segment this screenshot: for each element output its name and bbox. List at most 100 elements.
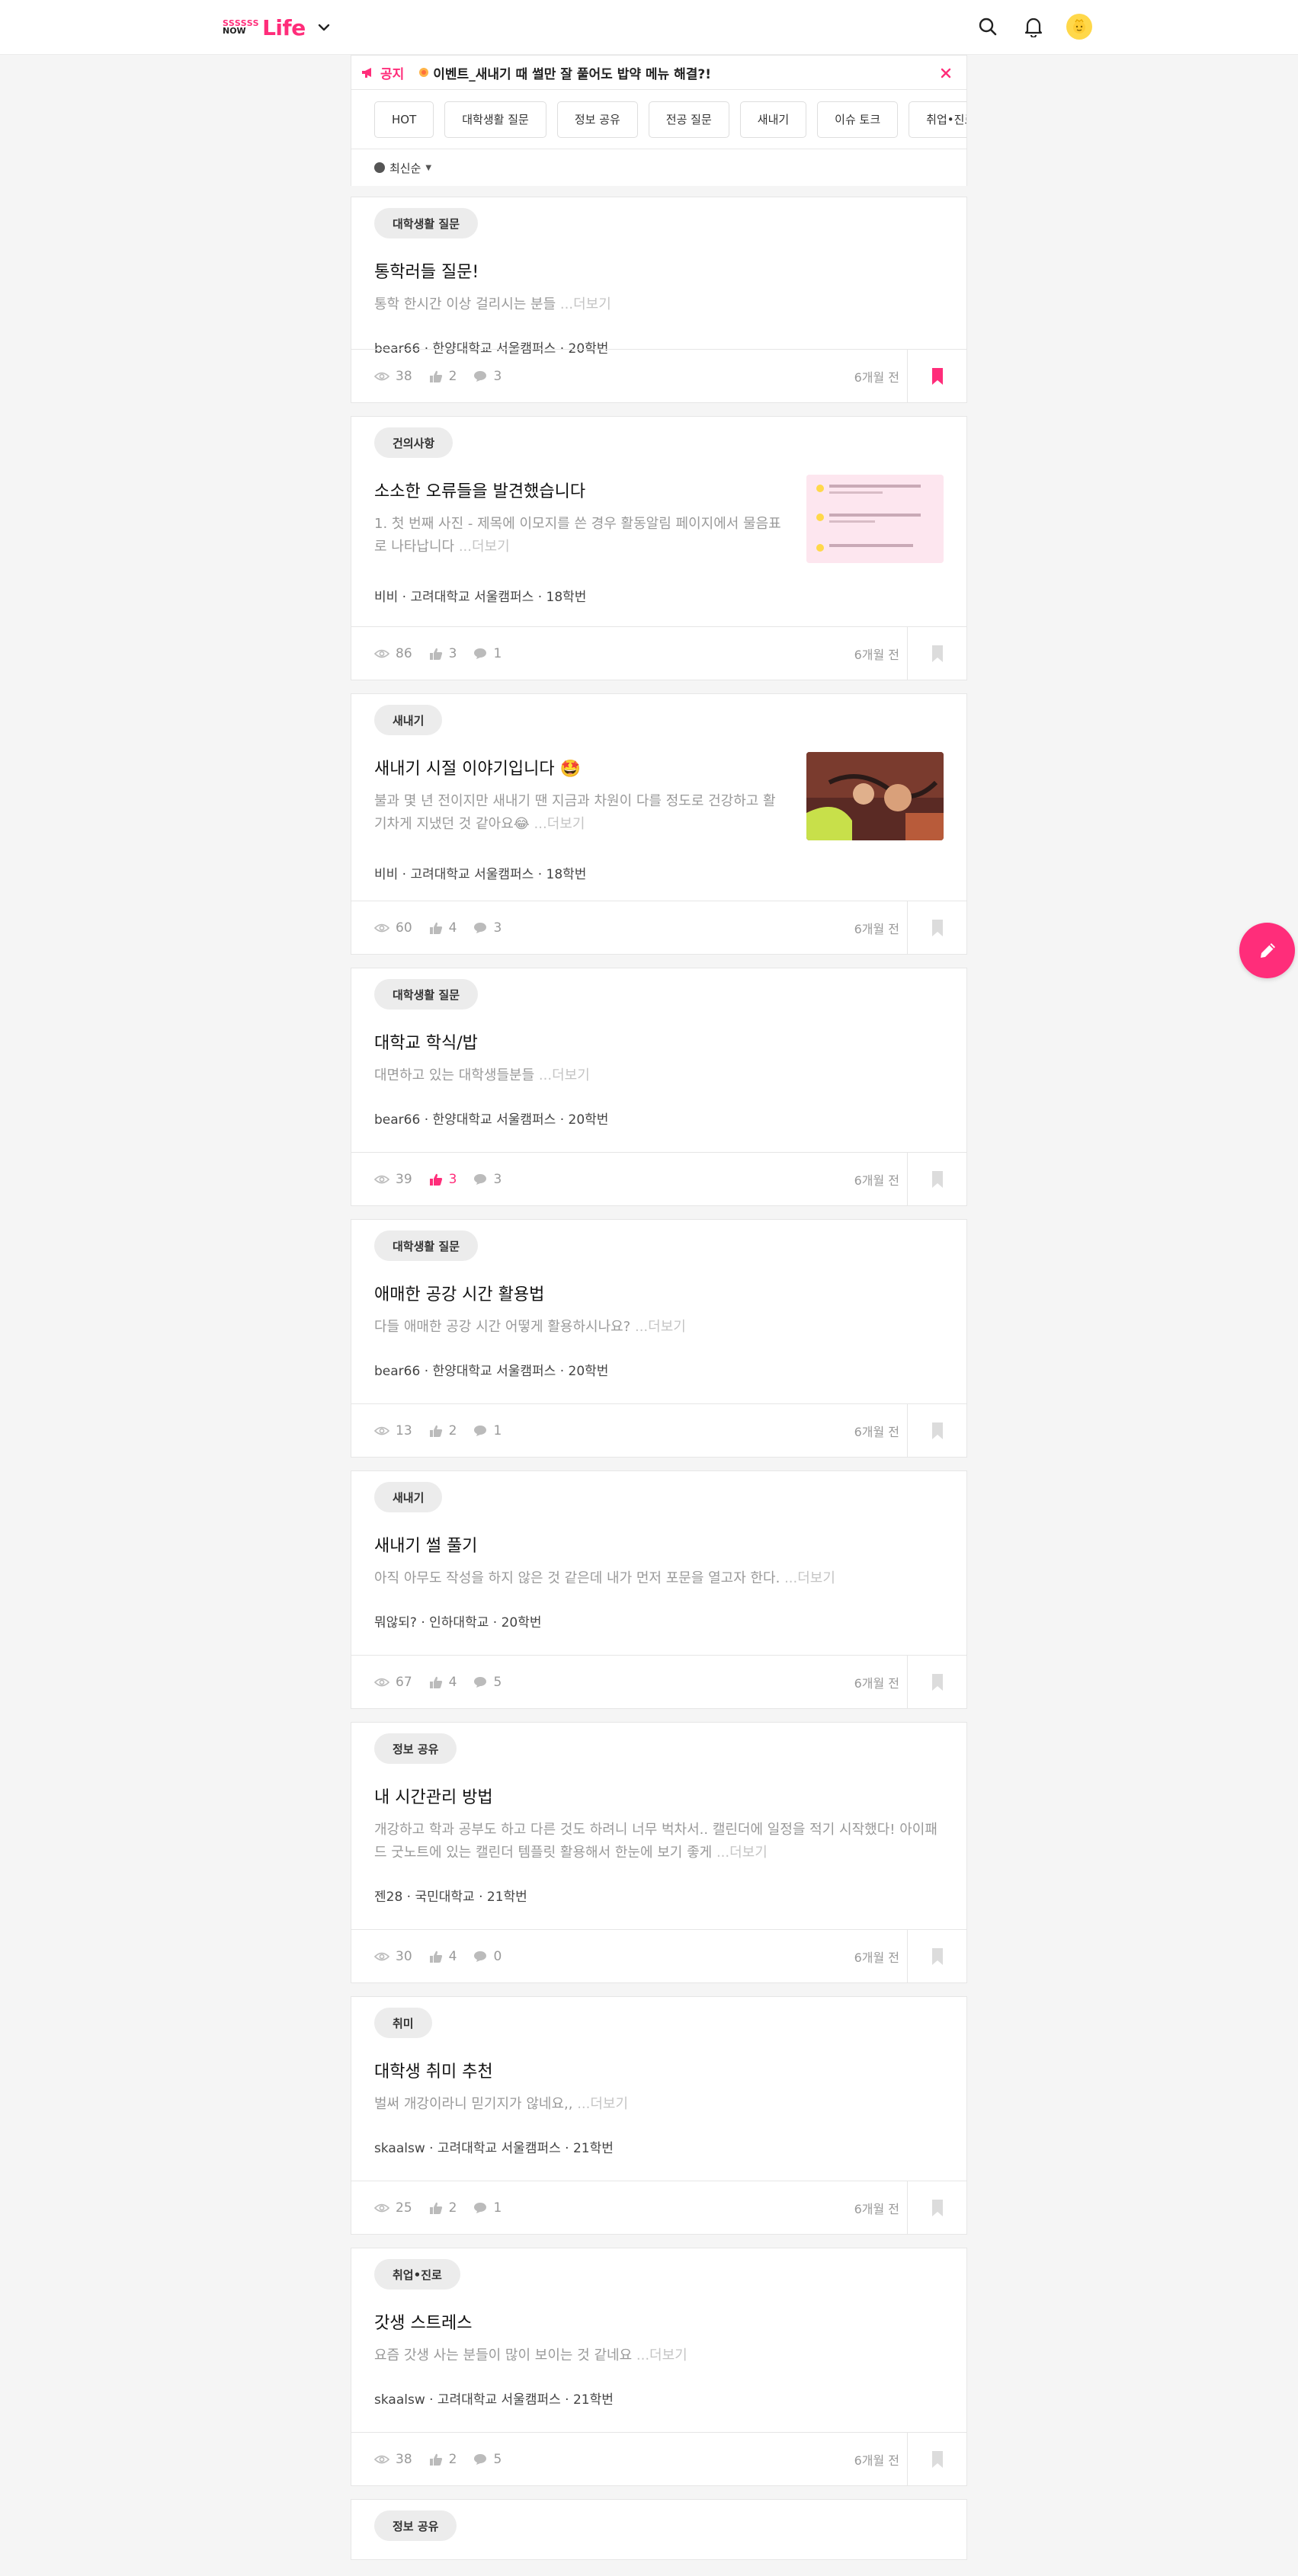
read-more-link[interactable]: ...더보기 bbox=[635, 1319, 686, 1335]
comment-count[interactable]: 3 bbox=[473, 369, 502, 384]
post-title[interactable]: 통학러들 질문! bbox=[374, 258, 479, 283]
post-title[interactable]: 소소한 오류들을 발견했습니다 bbox=[374, 478, 585, 502]
post-title[interactable]: 내 시간관리 방법 bbox=[374, 1784, 493, 1808]
post-author[interactable]: 뭐않되? · 인하대학교 · 20학번 bbox=[374, 1611, 541, 1630]
post-card[interactable]: 취미대학생 취미 추천벌써 개강이라니 믿기지가 않네요,, ...더보기 ska… bbox=[351, 1996, 967, 2235]
post-title[interactable]: 새내기 썰 풀기 bbox=[374, 1532, 477, 1557]
post-card[interactable]: 새내기새내기 시절 이야기입니다 🤩 불과 몇 년 전이지만 새내기 땐 지금과 … bbox=[351, 693, 967, 955]
brand-logo[interactable]: SSSSSS NOW Life bbox=[223, 14, 332, 41]
post-thumbnail[interactable] bbox=[806, 475, 944, 563]
read-more-link[interactable]: ...더보기 bbox=[636, 2347, 687, 2363]
post-card[interactable]: 정보 공유내 시간관리 방법개강하고 학과 공부도 하고 다른 것도 하려니 너… bbox=[351, 1722, 967, 1983]
comment-count[interactable]: 1 bbox=[473, 1423, 502, 1438]
bookmark-button[interactable] bbox=[907, 350, 966, 403]
post-excerpt[interactable]: 1. 첫 번째 사진 - 제목에 이모지를 쓴 경우 활동알림 페이지에서 물음… bbox=[374, 513, 786, 558]
post-category-tag[interactable]: 건의사항 bbox=[374, 427, 453, 458]
post-author[interactable]: 비비 · 고려대학교 서울캠퍼스 · 18학번 bbox=[374, 586, 586, 605]
post-card[interactable]: 취업•진로갓생 스트레스요즘 갓생 사는 분들이 많이 보이는 것 같네요 ..… bbox=[351, 2248, 967, 2486]
bookmark-button[interactable] bbox=[907, 2433, 966, 2486]
comment-count[interactable]: 0 bbox=[473, 1949, 502, 1964]
post-category-tag[interactable]: 정보 공유 bbox=[374, 1733, 457, 1764]
read-more-link[interactable]: ...더보기 bbox=[577, 2096, 628, 2112]
post-title[interactable]: 애매한 공강 시간 활용법 bbox=[374, 1281, 544, 1305]
read-more-link[interactable]: ...더보기 bbox=[539, 1067, 590, 1083]
category-chip-campus-life-question[interactable]: 대학생활 질문 bbox=[444, 101, 546, 138]
read-more-link[interactable]: ...더보기 bbox=[560, 296, 611, 312]
like-button[interactable]: 4 bbox=[429, 1949, 457, 1964]
like-button[interactable]: 3 bbox=[429, 1172, 457, 1187]
avatar[interactable] bbox=[1066, 14, 1092, 40]
category-chip-career[interactable]: 취업•진로 bbox=[909, 101, 966, 138]
post-category-tag[interactable]: 새내기 bbox=[374, 705, 443, 735]
like-button[interactable]: 2 bbox=[429, 2200, 457, 2216]
bookmark-button[interactable] bbox=[907, 1404, 966, 1458]
post-title[interactable]: 대학교 학식/밥 bbox=[374, 1029, 478, 1054]
post-category-tag[interactable]: 새내기 bbox=[374, 1482, 443, 1512]
post-author[interactable]: skaalsw · 고려대학교 서울캠퍼스 · 21학번 bbox=[374, 2389, 614, 2408]
like-button[interactable]: 4 bbox=[429, 920, 457, 936]
post-author[interactable]: bear66 · 한양대학교 서울캠퍼스 · 20학번 bbox=[374, 1109, 608, 1128]
like-button[interactable]: 2 bbox=[429, 369, 457, 384]
bookmark-button[interactable] bbox=[907, 1656, 966, 1709]
post-excerpt[interactable]: 벌써 개강이라니 믿기지가 않네요,, ...더보기 bbox=[374, 2093, 942, 2116]
notice-banner[interactable]: 공지 이벤트_새내기 때 썰만 잘 풀어도 밥약 메뉴 해결?! bbox=[351, 55, 967, 90]
post-title[interactable]: 새내기 시절 이야기입니다 🤩 bbox=[374, 755, 581, 779]
post-excerpt[interactable]: 요즘 갓생 사는 분들이 많이 보이는 것 같네요 ...더보기 bbox=[374, 2344, 942, 2367]
comment-count[interactable]: 3 bbox=[473, 1172, 502, 1187]
read-more-link[interactable]: ...더보기 bbox=[459, 539, 510, 555]
like-button[interactable]: 3 bbox=[429, 646, 457, 661]
bell-icon[interactable] bbox=[1021, 14, 1046, 40]
post-category-tag[interactable]: 대학생활 질문 bbox=[374, 208, 479, 238]
read-more-link[interactable]: ...더보기 bbox=[784, 1570, 835, 1586]
post-author[interactable]: skaalsw · 고려대학교 서울캠퍼스 · 21학번 bbox=[374, 2137, 614, 2156]
comment-count[interactable]: 1 bbox=[473, 646, 502, 661]
post-card[interactable]: 대학생활 질문 통학러들 질문! 통학 한시간 이상 걸리시는 분들 ...더보기 b… bbox=[351, 197, 967, 403]
comment-count[interactable]: 3 bbox=[473, 920, 502, 936]
post-card[interactable]: 건의사항소소한 오류들을 발견했습니다 1. 첫 번째 사진 - 제목에 이모지를… bbox=[351, 416, 967, 680]
sort-dropdown[interactable]: 최신순 ▼ bbox=[351, 149, 967, 186]
post-author[interactable]: 비비 · 고려대학교 서울캠퍼스 · 18학번 bbox=[374, 863, 586, 882]
post-card[interactable]: 대학생활 질문애매한 공강 시간 활용법다들 애매한 공강 시간 어떻게 활용하… bbox=[351, 1219, 967, 1458]
post-excerpt[interactable]: 아직 아무도 작성을 하지 않은 것 같은데 내가 먼저 포문을 열고자 한다.… bbox=[374, 1567, 942, 1590]
like-button[interactable]: 2 bbox=[429, 1423, 457, 1438]
post-author[interactable]: bear66 · 한양대학교 서울캠퍼스 · 20학번 bbox=[374, 1360, 608, 1379]
post-card[interactable]: 새내기새내기 썰 풀기아직 아무도 작성을 하지 않은 것 같은데 내가 먼저 … bbox=[351, 1470, 967, 1709]
post-author[interactable]: 젠28 · 국민대학교 · 21학번 bbox=[374, 1886, 527, 1905]
bookmark-button[interactable] bbox=[907, 1930, 966, 1983]
category-chip-info-share[interactable]: 정보 공유 bbox=[556, 101, 638, 138]
post-thumbnail[interactable] bbox=[806, 752, 944, 840]
post-category-tag[interactable]: 대학생활 질문 bbox=[374, 1230, 479, 1261]
post-excerpt[interactable]: 불과 몇 년 전이지만 새내기 땐 지금과 차원이 다를 정도로 건강하고 활기… bbox=[374, 790, 786, 836]
category-chip-freshman[interactable]: 새내기 bbox=[739, 101, 807, 138]
post-category-tag[interactable]: 취업•진로 bbox=[374, 2259, 460, 2290]
like-button[interactable]: 2 bbox=[429, 2452, 457, 2467]
category-chip-major-question[interactable]: 전공 질문 bbox=[648, 101, 729, 138]
category-chip-issue-talk[interactable]: 이슈 토크 bbox=[817, 101, 899, 138]
post-excerpt[interactable]: 통학 한시간 이상 걸리시는 분들 ...더보기 bbox=[374, 293, 942, 316]
post-card[interactable]: 정보 공유 bbox=[351, 2499, 967, 2560]
read-more-link[interactable]: ...더보기 bbox=[534, 816, 585, 832]
post-category-tag[interactable]: 대학생활 질문 bbox=[374, 979, 479, 1010]
read-more-link[interactable]: ...더보기 bbox=[716, 1845, 768, 1861]
post-category-tag[interactable]: 취미 bbox=[374, 2008, 432, 2038]
notice-text[interactable]: 이벤트_새내기 때 썰만 잘 풀어도 밥약 메뉴 해결?! bbox=[418, 63, 711, 82]
write-post-button[interactable] bbox=[1239, 923, 1295, 978]
post-excerpt[interactable]: 다들 애매한 공강 시간 어떻게 활용하시나요? ...더보기 bbox=[374, 1316, 942, 1339]
post-excerpt[interactable]: 대면하고 있는 대학생들분들 ...더보기 bbox=[374, 1064, 942, 1087]
comment-count[interactable]: 5 bbox=[473, 1675, 502, 1690]
post-excerpt[interactable]: 개강하고 학과 공부도 하고 다른 것도 하려니 너무 벅차서.. 캘린더에 일… bbox=[374, 1819, 942, 1864]
post-category-tag[interactable]: 정보 공유 bbox=[374, 2510, 457, 2541]
post-card[interactable]: 대학생활 질문대학교 학식/밥대면하고 있는 대학생들분들 ...더보기 bear… bbox=[351, 968, 967, 1206]
comment-count[interactable]: 1 bbox=[473, 2200, 502, 2216]
close-icon[interactable] bbox=[936, 63, 956, 83]
bookmark-button[interactable] bbox=[907, 627, 966, 680]
comment-count[interactable]: 5 bbox=[473, 2452, 502, 2467]
post-title[interactable]: 갓생 스트레스 bbox=[374, 2309, 472, 2334]
like-button[interactable]: 4 bbox=[429, 1675, 457, 1690]
bookmark-button[interactable] bbox=[907, 1153, 966, 1206]
bookmark-button[interactable] bbox=[907, 901, 966, 955]
category-chip-hot[interactable]: HOT bbox=[374, 101, 434, 138]
chevron-down-icon[interactable] bbox=[316, 20, 332, 35]
post-title[interactable]: 대학생 취미 추천 bbox=[374, 2058, 493, 2082]
search-icon[interactable] bbox=[975, 14, 1001, 40]
